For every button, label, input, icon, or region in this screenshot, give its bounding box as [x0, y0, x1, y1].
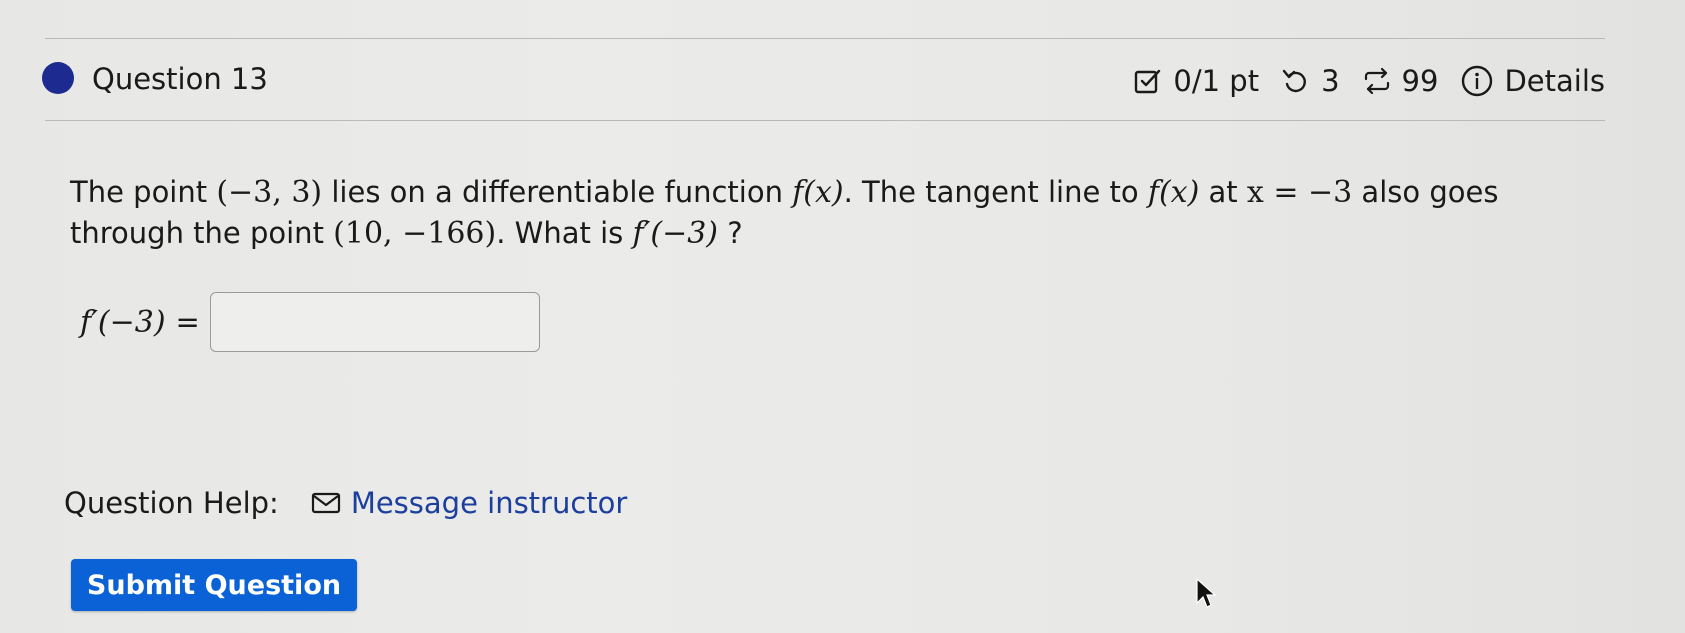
repeat-icon	[1362, 66, 1392, 96]
point-a: (−3, 3)	[216, 175, 323, 210]
function-f-2: f(x)	[1147, 175, 1200, 210]
message-instructor-link[interactable]: Message instructor	[311, 486, 628, 520]
derivative-expression: f′(−3)	[632, 216, 719, 251]
undo-icon	[1281, 66, 1311, 96]
answer-label: f′(−3)	[80, 304, 166, 340]
question-status-dot	[42, 62, 74, 94]
tangent-condition: x = −3	[1246, 175, 1353, 210]
top-divider	[45, 38, 1605, 39]
message-instructor-text[interactable]: Message instructor	[351, 486, 628, 520]
header-divider	[45, 120, 1605, 121]
info-circle-icon[interactable]	[1460, 64, 1494, 98]
question-header: Question 13 0/1 pt 3 99 Details	[42, 58, 1605, 102]
problem-line-2: through the point (10, −166). What is f′…	[70, 216, 743, 251]
problem-statement: The point (−3, 3) lies on a differentiab…	[70, 172, 1550, 254]
checkbox-edit-icon	[1133, 66, 1163, 96]
point-b: (10, −166)	[333, 216, 497, 251]
score-text: 0/1 pt	[1173, 64, 1260, 98]
answer-input[interactable]	[209, 292, 540, 352]
question-meta: 0/1 pt 3 99 Details	[1133, 64, 1605, 98]
question-title: Question 13	[92, 62, 268, 96]
question-help-label: Question Help:	[64, 486, 279, 520]
function-f: f(x)	[792, 175, 844, 210]
equals-sign: =	[175, 305, 200, 339]
question-help: Question Help: Message instructor	[64, 486, 627, 520]
attempts-count: 99	[1401, 64, 1439, 98]
retries-count: 3	[1321, 64, 1340, 98]
details-button[interactable]: Details	[1504, 64, 1605, 98]
envelope-icon	[311, 492, 340, 514]
answer-row: f′(−3) =	[80, 292, 540, 352]
problem-line-1: The point (−3, 3) lies on a differentiab…	[70, 175, 1499, 210]
submit-question-button[interactable]: Submit Question	[71, 559, 357, 611]
mouse-pointer-icon	[1196, 577, 1217, 608]
